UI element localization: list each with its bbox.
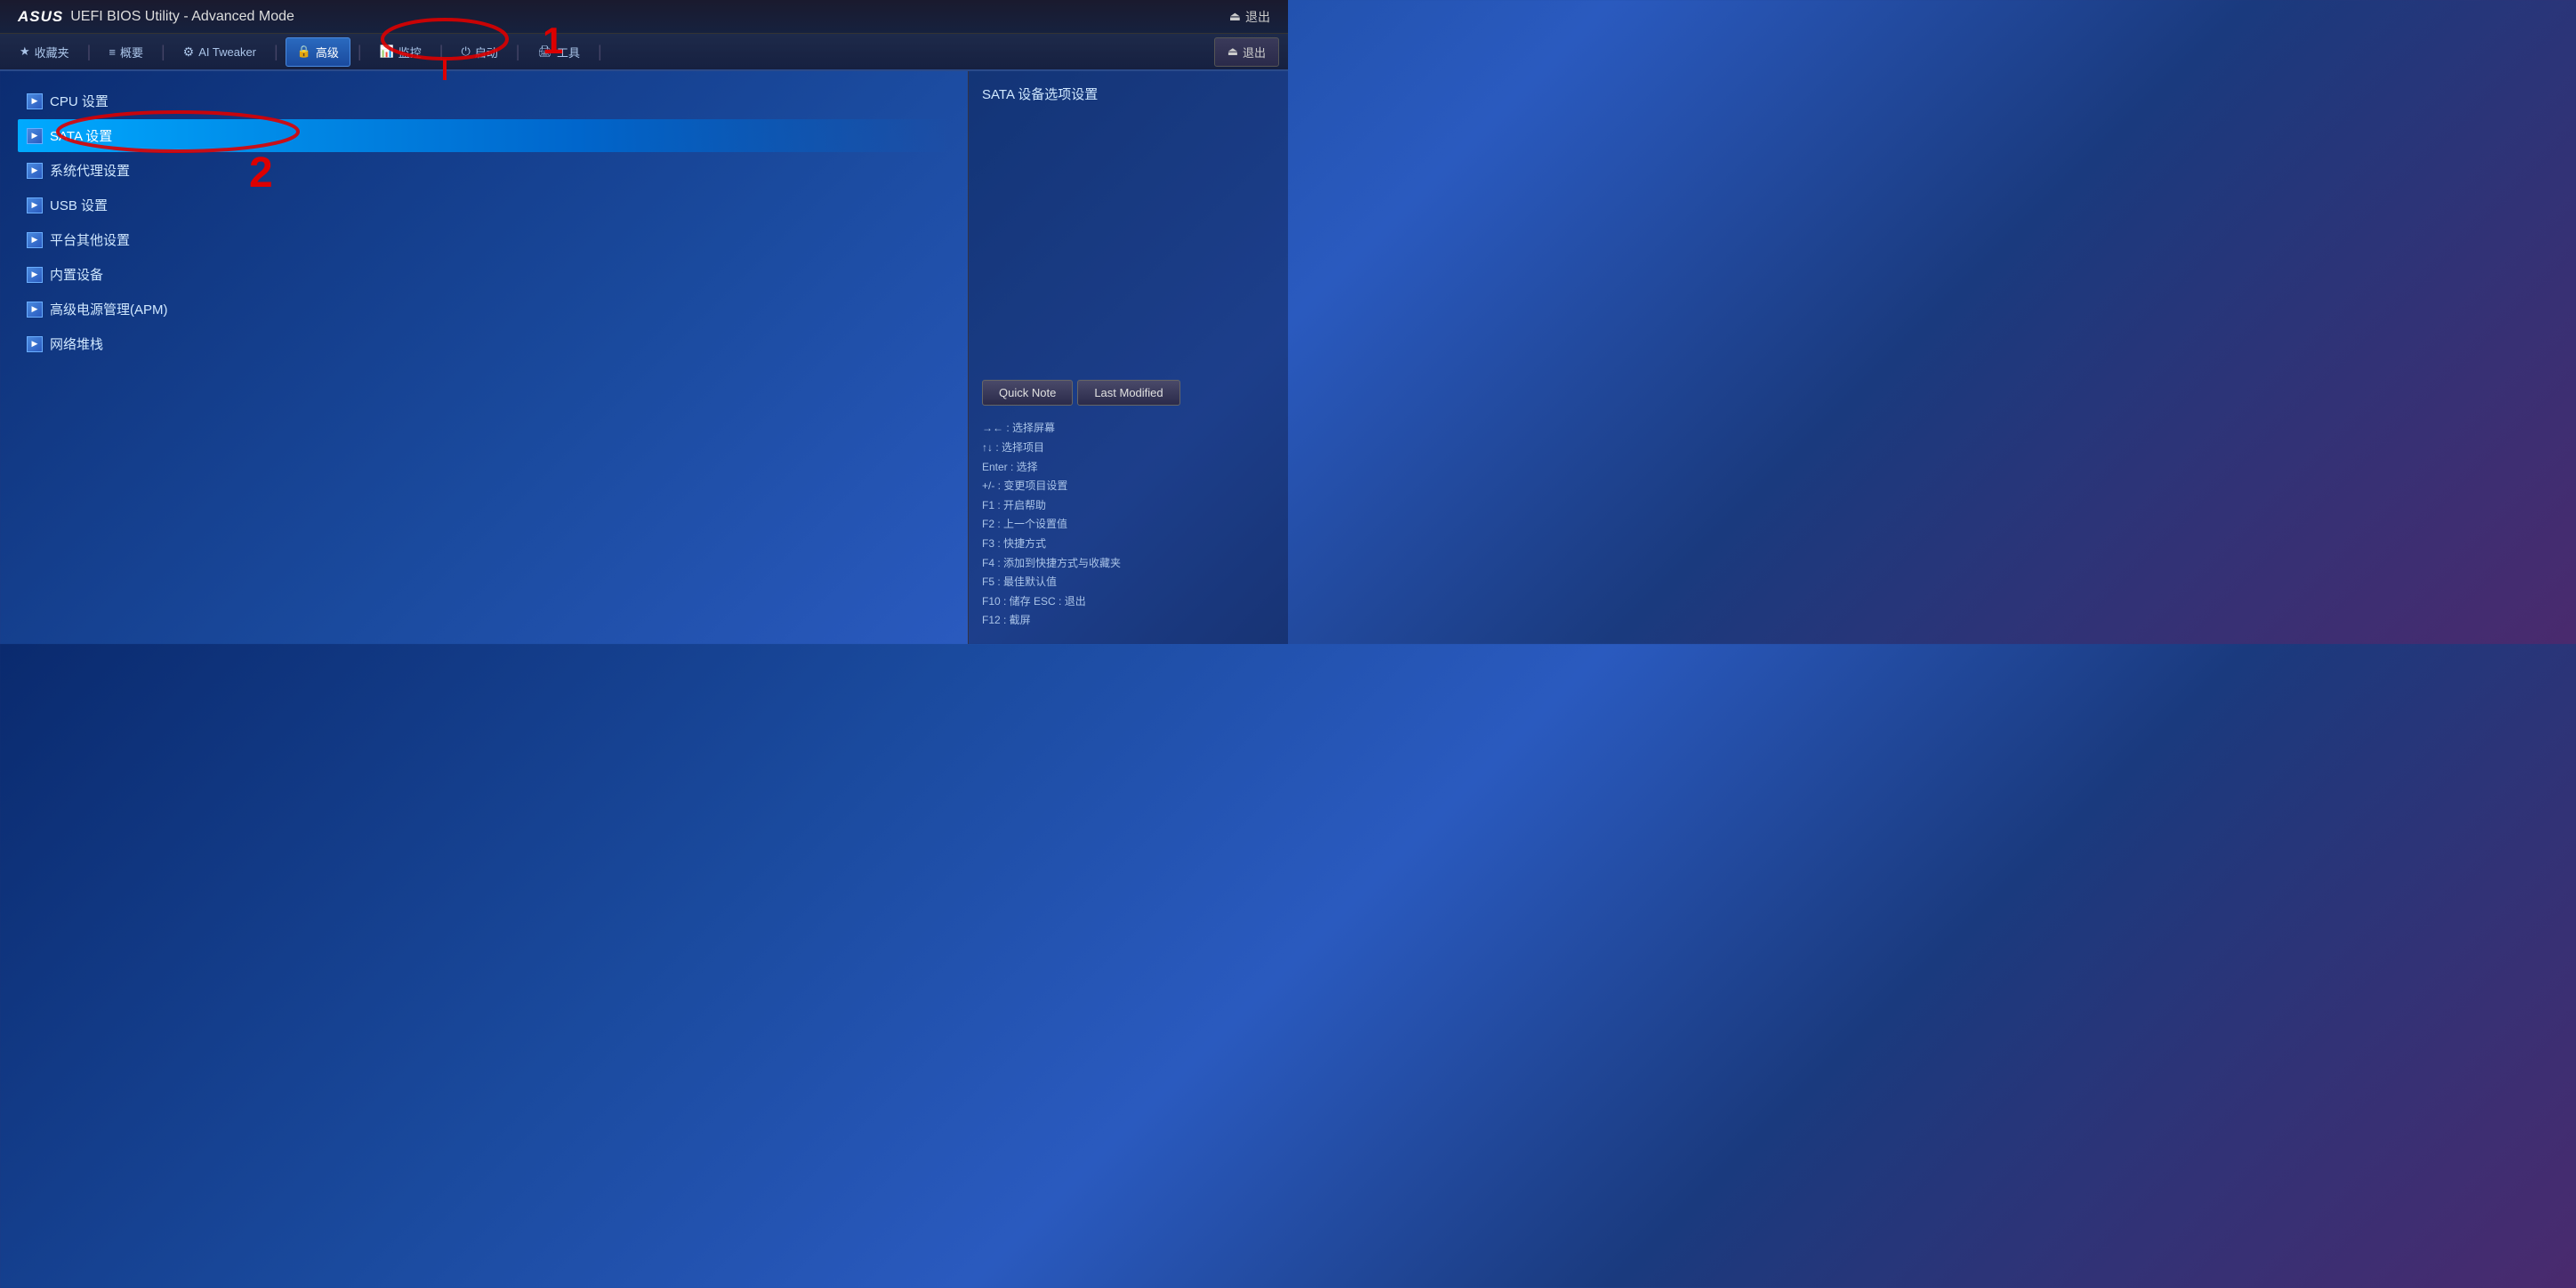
nav-sep-5: | [437,43,447,61]
arrow-icon-system: ▶ [27,163,43,179]
nav-sep-4: | [355,43,365,61]
help-line-6: F2 : 上一个设置值 [982,515,1275,535]
monitor-icon: 📊 [380,44,394,59]
arrow-icon-builtin: ▶ [27,267,43,283]
title-bar: ASUS UEFI BIOS Utility - Advanced Mode ⏏… [0,0,1288,34]
help-text-block: →← : 选择屏幕 ↑↓ : 选择项目 Enter : 选择 +/- : 变更项… [982,419,1275,631]
nav-sep-2: | [158,43,168,61]
menu-item-builtin-label: 内置设备 [50,265,103,284]
menu-item-usb-label: USB 设置 [50,196,108,214]
help-line-8: F4 : 添加到快捷方式与收藏夹 [982,554,1275,574]
arrow-icon-network: ▶ [27,336,43,352]
nav-sep-7: | [595,43,605,61]
arrow-icon-platform: ▶ [27,232,43,248]
nav-sep-6: | [513,43,523,61]
exit-icon-nav: ⏏ [1228,44,1238,59]
quick-note-button[interactable]: Quick Note [982,380,1073,406]
left-panel: ▶ CPU 设置 ▶ SATA 设置 ▶ 系统代理设置 ▶ USB 设置 ▶ 平… [0,71,968,644]
list-icon: ≡ [109,45,116,59]
nav-advanced[interactable]: 🔒 高级 [286,37,350,67]
nav-favorites[interactable]: ★ 收藏夹 [9,38,80,66]
ai-icon: ⚙ [183,44,195,60]
nav-sep-3: | [271,43,281,61]
nav-monitor[interactable]: 📊 监控 [369,38,432,66]
nav-ai-tweaker[interactable]: ⚙ AI Tweaker [173,39,267,65]
nav-exit-button[interactable]: ⏏ 退出 [1214,37,1279,67]
help-line-2: ↑↓ : 选择项目 [982,439,1275,458]
power-icon: ⏻ [461,44,470,59]
help-line-11: F12 : 截屏 [982,611,1275,631]
quick-buttons-row: Quick Note Last Modified [982,380,1275,406]
menu-item-network[interactable]: ▶ 网络堆栈 [18,327,950,360]
menu-item-system[interactable]: ▶ 系统代理设置 [18,154,950,187]
help-line-9: F5 : 最佳默认值 [982,573,1275,592]
menu-item-builtin[interactable]: ▶ 内置设备 [18,258,950,291]
nav-overview[interactable]: ≡ 概要 [98,38,154,66]
menu-item-cpu[interactable]: ▶ CPU 设置 [18,85,950,117]
right-description: SATA 设备选项设置 [982,85,1275,103]
menu-item-apm[interactable]: ▶ 高级电源管理(APM) [18,293,950,326]
title-bar-title: UEFI BIOS Utility - Advanced Mode [70,9,294,25]
menu-item-platform[interactable]: ▶ 平台其他设置 [18,223,950,256]
asus-logo: ASUS [18,8,63,26]
main-content: ▶ CPU 设置 ▶ SATA 设置 ▶ 系统代理设置 ▶ USB 设置 ▶ 平… [0,71,1288,644]
exit-icon-top: ⏏ [1229,9,1241,24]
star-icon: ★ [20,44,30,59]
help-line-4: +/- : 变更项目设置 [982,477,1275,496]
help-line-5: F1 : 开启帮助 [982,496,1275,516]
printer-icon: 🖨 [537,44,552,59]
lock-icon: 🔒 [297,44,311,59]
arrow-icon-sata: ▶ [27,128,43,144]
help-line-7: F3 : 快捷方式 [982,535,1275,554]
help-line-1: →← : 选择屏幕 [982,419,1275,439]
menu-item-platform-label: 平台其他设置 [50,230,130,249]
nav-sep-1: | [85,43,94,61]
arrow-icon-usb: ▶ [27,197,43,213]
menu-item-sata[interactable]: ▶ SATA 设置 [18,119,950,152]
right-panel: SATA 设备选项设置 Quick Note Last Modified →← … [968,71,1288,644]
last-modified-button[interactable]: Last Modified [1077,380,1179,406]
exit-button-top[interactable]: ⏏ 退出 [1229,8,1270,26]
nav-tools[interactable]: 🖨 工具 [527,38,591,66]
menu-item-apm-label: 高级电源管理(APM) [50,300,168,318]
arrow-icon-apm: ▶ [27,302,43,318]
menu-item-usb[interactable]: ▶ USB 设置 [18,189,950,221]
menu-item-cpu-label: CPU 设置 [50,92,109,110]
nav-bar: ★ 收藏夹 | ≡ 概要 | ⚙ AI Tweaker | 🔒 高级 | 📊 监… [0,34,1288,71]
menu-item-system-label: 系统代理设置 [50,161,130,180]
arrow-icon-cpu: ▶ [27,93,43,109]
nav-boot[interactable]: ⏻ 启动 [450,38,508,66]
help-line-10: F10 : 储存 ESC : 退出 [982,592,1275,612]
menu-item-network-label: 网络堆栈 [50,334,103,353]
menu-item-sata-label: SATA 设置 [50,126,112,145]
help-line-3: Enter : 选择 [982,458,1275,478]
